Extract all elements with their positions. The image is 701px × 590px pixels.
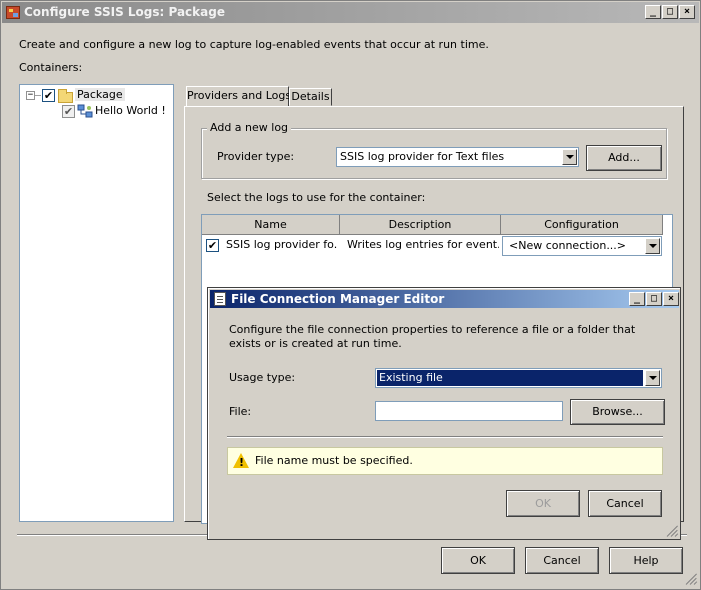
editor-title-bar[interactable]: File Connection Manager Editor _ □ × bbox=[210, 290, 679, 308]
column-header-description[interactable]: Description bbox=[340, 215, 501, 235]
log-row-description: Writes log entries for event... bbox=[347, 238, 499, 251]
main-title-bar[interactable]: Configure SSIS Logs: Package _ □ × bbox=[2, 2, 699, 23]
log-row-name: SSIS log provider fo... bbox=[226, 238, 338, 251]
column-header-configuration[interactable]: Configuration bbox=[501, 215, 663, 235]
editor-maximize-button[interactable]: □ bbox=[646, 292, 662, 306]
resize-grip-icon[interactable] bbox=[685, 573, 698, 585]
data-flow-task-icon bbox=[77, 104, 93, 118]
warning-bar: ! File name must be specified. bbox=[227, 447, 663, 475]
cancel-button[interactable]: Cancel bbox=[525, 547, 599, 574]
maximize-button[interactable]: □ bbox=[662, 5, 678, 19]
chevron-down-icon[interactable] bbox=[645, 370, 660, 386]
editor-divider bbox=[227, 436, 663, 438]
package-checkbox[interactable]: ✔ bbox=[42, 89, 55, 102]
file-connection-manager-editor: File Connection Manager Editor _ □ × Con… bbox=[207, 287, 681, 540]
browse-button[interactable]: Browse... bbox=[570, 399, 665, 425]
folder-icon bbox=[58, 89, 73, 103]
help-button[interactable]: Help bbox=[609, 547, 683, 574]
editor-resize-grip-icon[interactable] bbox=[666, 525, 679, 537]
main-window-title: Configure SSIS Logs: Package bbox=[24, 5, 225, 19]
column-header-name[interactable]: Name bbox=[202, 215, 340, 235]
file-document-icon bbox=[214, 292, 226, 306]
provider-type-combo[interactable]: SSIS log provider for Text files bbox=[336, 147, 579, 167]
usage-type-label: Usage type: bbox=[229, 371, 296, 384]
log-row-checkbox[interactable]: ✔ bbox=[206, 239, 219, 252]
chevron-down-icon[interactable] bbox=[562, 149, 577, 165]
editor-description: Configure the file connection properties… bbox=[229, 323, 636, 350]
editor-title: File Connection Manager Editor bbox=[231, 292, 445, 306]
hello-world-checkbox[interactable]: ✔ bbox=[62, 105, 75, 118]
tree-collapse-toggle[interactable]: − bbox=[26, 91, 35, 100]
add-new-log-label: Add a new log bbox=[207, 121, 292, 134]
table-row[interactable]: ✔ SSIS log provider fo... Writes log ent… bbox=[202, 235, 672, 256]
usage-type-value: Existing file bbox=[377, 370, 643, 386]
ok-button[interactable]: OK bbox=[441, 547, 515, 574]
provider-type-value: SSIS log provider for Text files bbox=[340, 150, 505, 163]
add-log-button[interactable]: Add... bbox=[586, 145, 662, 171]
editor-close-button[interactable]: × bbox=[663, 292, 679, 306]
containers-label: Containers: bbox=[19, 61, 83, 74]
chevron-down-icon[interactable] bbox=[645, 238, 660, 254]
tab-providers-and-logs[interactable]: Providers and Logs bbox=[186, 86, 291, 107]
minimize-button[interactable]: _ bbox=[645, 5, 661, 19]
close-button[interactable]: × bbox=[679, 5, 695, 19]
tree-connector-line bbox=[35, 95, 41, 96]
file-path-input[interactable] bbox=[375, 401, 563, 421]
warning-message: File name must be specified. bbox=[255, 454, 413, 467]
containers-tree[interactable]: − ✔ Package ✔ Hello World ! bbox=[19, 84, 174, 522]
select-logs-label: Select the logs to use for the container… bbox=[207, 191, 426, 204]
provider-type-label: Provider type: bbox=[217, 150, 295, 163]
log-row-configuration-combo[interactable]: <New connection...> bbox=[502, 236, 662, 256]
tab-details[interactable]: Details bbox=[289, 88, 332, 106]
warning-icon-mark: ! bbox=[239, 456, 245, 469]
editor-minimize-button[interactable]: _ bbox=[629, 292, 645, 306]
tree-item-package[interactable]: Package bbox=[75, 88, 125, 101]
dialog-description: Create and configure a new log to captur… bbox=[19, 38, 489, 51]
log-row-configuration-value: <New connection...> bbox=[509, 239, 627, 252]
usage-type-combo[interactable]: Existing file bbox=[375, 368, 662, 388]
tree-item-hello-world[interactable]: Hello World ! bbox=[95, 104, 166, 117]
editor-cancel-button[interactable]: Cancel bbox=[588, 490, 662, 517]
editor-ok-button[interactable]: OK bbox=[506, 490, 580, 517]
file-label: File: bbox=[229, 405, 252, 418]
ssis-app-icon bbox=[6, 6, 20, 19]
